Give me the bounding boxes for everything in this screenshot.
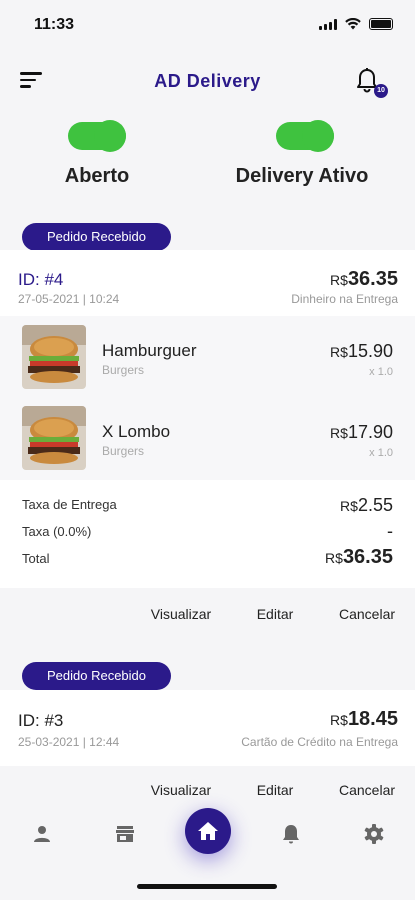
item-category: Burgers <box>102 363 145 377</box>
order-total: R$36.35 <box>330 268 398 290</box>
status-icons <box>319 18 393 30</box>
toggle-knob <box>94 120 126 152</box>
battery-icon <box>369 18 393 30</box>
order-id: ID: #4 <box>18 270 64 289</box>
toggle-knob <box>302 120 334 152</box>
bell-icon <box>283 825 299 844</box>
item-name: X Lombo <box>102 422 171 441</box>
status-time: 11:33 <box>34 16 75 33</box>
nav-home[interactable] <box>185 808 231 854</box>
item-name: Hamburguer <box>102 341 197 360</box>
item-image <box>22 325 86 389</box>
notification-badge: 10 <box>374 84 388 98</box>
payment-method: Dinheiro na Entrega <box>291 292 398 306</box>
item-quantity: x 1.0 <box>369 447 393 459</box>
cancel-order-button[interactable]: Cancelar <box>334 782 400 798</box>
total-value: R$36.35 <box>325 546 393 568</box>
store-icon <box>116 826 134 842</box>
delivery-fee-value: R$2.55 <box>340 495 393 515</box>
wifi-icon <box>345 18 361 30</box>
open-toggle-label: Aberto <box>64 165 130 187</box>
total-label: Total <box>22 551 50 566</box>
item-price: R$15.90 <box>330 341 393 361</box>
order-status-badge: Pedido Recebido <box>22 223 171 251</box>
item-image <box>22 406 86 470</box>
nav-store[interactable] <box>113 822 137 846</box>
notifications-button[interactable]: 10 <box>356 68 388 98</box>
order-id: ID: #3 <box>18 711 64 730</box>
tax-value: - <box>387 521 393 541</box>
view-order-button[interactable]: Visualizar <box>146 782 216 798</box>
edit-order-button[interactable]: Editar <box>248 606 302 622</box>
edit-order-button[interactable]: Editar <box>248 782 302 798</box>
gear-icon <box>364 824 384 844</box>
delivery-fee-label: Taxa de Entrega <box>22 497 117 512</box>
tax-label: Taxa (0.0%) <box>22 524 92 539</box>
delivery-active-toggle[interactable] <box>276 120 334 152</box>
app-title: AD Delivery <box>154 71 261 91</box>
nav-notifications[interactable] <box>279 822 303 846</box>
delivery-active-toggle-label: Delivery Ativo <box>235 165 369 187</box>
payment-method: Cartão de Crédito na Entrega <box>241 735 398 749</box>
item-quantity: x 1.0 <box>369 366 393 378</box>
item-category: Burgers <box>102 444 145 458</box>
order-status-badge: Pedido Recebido <box>22 662 171 690</box>
order-date: 27-05-2021 | 10:24 <box>18 292 120 306</box>
order-date: 25-03-2021 | 12:44 <box>18 735 120 749</box>
nav-settings[interactable] <box>362 822 386 846</box>
home-indicator <box>137 884 277 889</box>
home-icon <box>198 822 218 840</box>
nav-profile[interactable] <box>30 822 54 846</box>
user-icon <box>34 826 50 842</box>
cancel-order-button[interactable]: Cancelar <box>334 606 400 622</box>
order-total: R$18.45 <box>330 708 398 730</box>
open-toggle[interactable] <box>68 120 126 152</box>
view-order-button[interactable]: Visualizar <box>146 606 216 622</box>
item-price: R$17.90 <box>330 422 393 442</box>
signal-icon <box>319 18 337 30</box>
